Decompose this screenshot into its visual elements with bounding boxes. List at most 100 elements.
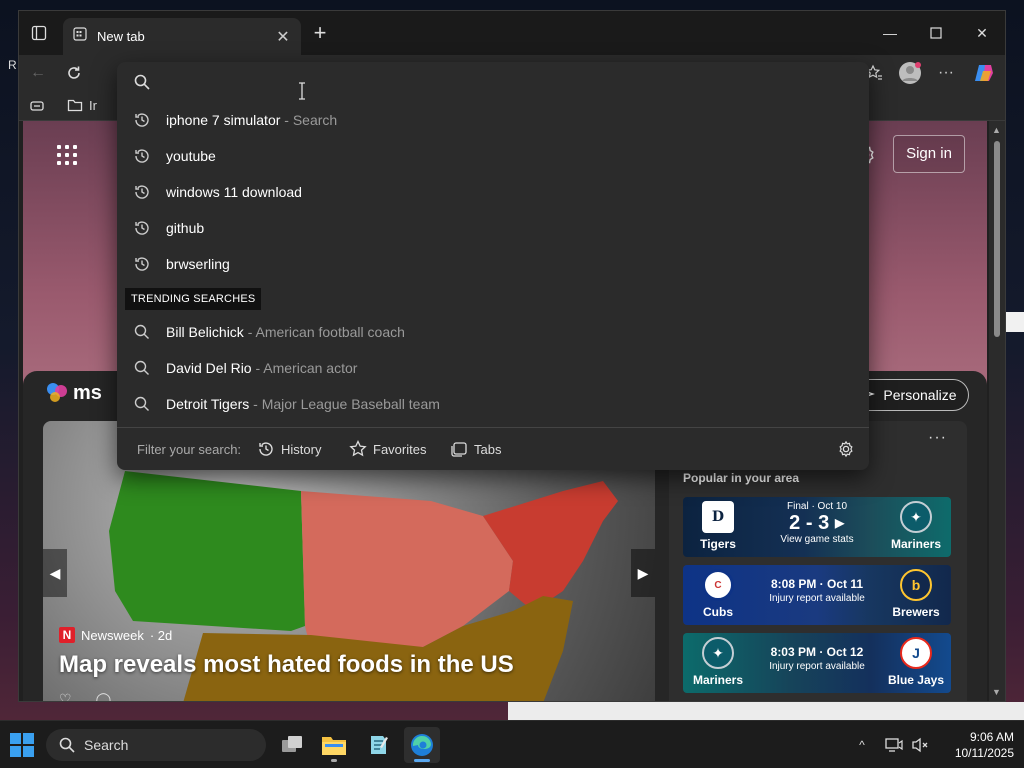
minimize-button[interactable]: — xyxy=(867,19,913,47)
suggestion-text: iphone 7 simulator xyxy=(166,112,281,128)
filter-favorites-button[interactable]: Favorites xyxy=(349,438,426,460)
profile-avatar[interactable] xyxy=(897,61,923,85)
background-window-edge xyxy=(1006,312,1024,332)
suggestion-text: github xyxy=(166,220,205,236)
scroll-up-icon[interactable]: ▲ xyxy=(992,125,1001,135)
address-bar-dropdown: iphone 7 simulator - Search youtube wind… xyxy=(117,62,869,470)
trending-suggestion[interactable]: David Del Rio - American actor xyxy=(117,350,869,386)
game-card[interactable]: ✦ Mariners 8:03 PM · Oct 12 Injury repor… xyxy=(683,633,951,693)
blue-jays-logo-icon: J xyxy=(900,637,932,669)
next-slide-button[interactable]: ▶ xyxy=(631,549,655,597)
msn-logo[interactable]: ms xyxy=(45,381,102,405)
sports-heading: Popular in your area xyxy=(683,471,800,485)
game-detail: View game stats xyxy=(780,534,854,545)
suggestion-subtext: - Search xyxy=(280,112,338,128)
taskbar-search-label: Search xyxy=(84,737,129,753)
refresh-icon[interactable] xyxy=(61,61,87,85)
team-name: Blue Jays xyxy=(887,673,945,687)
filter-tabs-label: Tabs xyxy=(474,441,502,457)
suggestion-subtext: - American football coach xyxy=(243,324,405,340)
network-icon[interactable] xyxy=(884,735,904,755)
page-scrollbar[interactable]: ▲ ▼ xyxy=(989,121,1005,701)
newsweek-logo-icon: N xyxy=(59,627,75,643)
notepad-icon xyxy=(371,736,388,754)
history-suggestion[interactable]: github xyxy=(117,210,869,246)
team-home: C Cubs xyxy=(683,569,753,619)
taskbar-search-box[interactable]: Search xyxy=(46,729,266,761)
apps-launcher-icon[interactable] xyxy=(57,145,77,165)
history-suggestion[interactable]: iphone 7 simulator - Search xyxy=(117,102,869,138)
folder-icon xyxy=(322,737,346,755)
comment-icon[interactable]: ◯ xyxy=(96,691,112,701)
article-headline[interactable]: Map reveals most hated foods in the US xyxy=(59,651,514,679)
new-tab-button[interactable]: + xyxy=(307,21,333,47)
close-window-button[interactable]: ✕ xyxy=(959,19,1005,47)
address-bar[interactable] xyxy=(117,62,869,102)
personalize-label: Personalize xyxy=(883,387,957,403)
address-input[interactable] xyxy=(161,70,841,94)
game-card[interactable]: C Cubs 8:08 PM · Oct 11 Injury report av… xyxy=(683,565,951,625)
volume-muted-icon[interactable] xyxy=(910,735,930,755)
game-score: 2 - 3 ▸ xyxy=(789,512,845,534)
msn-butterfly-icon xyxy=(47,383,67,402)
edge-icon xyxy=(411,734,433,756)
taskbar: Search ^ 9:06 AM 10/11/2025 xyxy=(0,720,1024,768)
scroll-down-icon[interactable]: ▼ xyxy=(992,687,1001,697)
suggestion-text: windows 11 download xyxy=(166,184,302,200)
search-icon xyxy=(134,396,149,411)
filter-label: Filter your search: xyxy=(137,442,242,457)
maximize-button[interactable] xyxy=(913,19,959,47)
copilot-icon[interactable] xyxy=(971,61,997,85)
suggestion-text: youtube xyxy=(166,148,216,164)
game-center: Final · Oct 10 2 - 3 ▸ View game stats xyxy=(753,501,881,545)
tab-new-tab[interactable]: New tab ✕ xyxy=(63,18,301,55)
start-button[interactable] xyxy=(10,733,34,757)
history-icon xyxy=(135,113,149,127)
file-explorer-button[interactable] xyxy=(316,727,352,763)
favorites-folder[interactable]: Ir xyxy=(67,97,97,113)
task-view-icon xyxy=(282,736,302,752)
show-hidden-icons-chevron-icon[interactable]: ^ xyxy=(852,735,872,755)
article-age: · 2d xyxy=(149,627,173,643)
close-tab-icon[interactable]: ✕ xyxy=(275,27,291,47)
team-name: Tigers xyxy=(700,537,736,551)
team-away: J Blue Jays xyxy=(881,637,951,687)
team-name: Mariners xyxy=(890,537,942,551)
filter-history-label: History xyxy=(281,441,322,457)
history-suggestion[interactable]: windows 11 download xyxy=(117,174,869,210)
edge-browser-button[interactable] xyxy=(404,727,440,763)
trending-suggestion[interactable]: Bill Belichick - American football coach xyxy=(117,314,869,350)
task-view-button[interactable] xyxy=(274,727,310,763)
filter-history-button[interactable]: History xyxy=(257,438,321,460)
brewers-logo-icon: b xyxy=(900,569,932,601)
game-card[interactable]: D Tigers Final · Oct 10 2 - 3 ▸ View gam… xyxy=(683,497,951,557)
filter-tabs-button[interactable]: Tabs xyxy=(450,438,501,460)
previous-slide-button[interactable]: ◀ xyxy=(43,549,67,597)
sign-in-button[interactable]: Sign in xyxy=(893,135,965,173)
game-time: 8:08 PM · Oct 11 xyxy=(770,577,864,591)
folder-icon xyxy=(67,99,83,112)
collections-icon[interactable] xyxy=(29,98,45,119)
tab-actions-icon[interactable] xyxy=(25,21,53,45)
history-suggestion[interactable]: brwserling xyxy=(117,246,869,282)
search-icon xyxy=(59,737,75,753)
notepad-app-button[interactable] xyxy=(360,727,396,763)
background-window-edge-bottom xyxy=(508,702,1024,720)
more-options-icon[interactable]: ··· xyxy=(928,429,947,447)
like-icon[interactable]: ♡ xyxy=(59,691,72,701)
back-icon[interactable]: ← xyxy=(25,61,51,85)
article-source: N Newsweek · 2d xyxy=(59,627,172,643)
search-icon xyxy=(133,73,151,96)
star-icon xyxy=(349,440,367,457)
clock-date: 10/11/2025 xyxy=(954,746,1014,760)
team-home: D Tigers xyxy=(683,501,753,551)
history-suggestion[interactable]: youtube xyxy=(117,138,869,174)
more-options-icon[interactable]: ··· xyxy=(933,61,959,85)
game-center: 8:08 PM · Oct 11 Injury report available xyxy=(753,569,881,604)
system-clock[interactable]: 9:06 AM 10/11/2025 xyxy=(938,729,1014,761)
browser-window: New tab ✕ + — ✕ ← ··· Ir Sign in ms Pers… xyxy=(18,10,1006,702)
scroll-thumb[interactable] xyxy=(994,141,1000,337)
trending-suggestion[interactable]: Detroit Tigers - Major League Baseball t… xyxy=(117,386,869,422)
search-settings-icon[interactable] xyxy=(837,438,855,460)
history-icon xyxy=(259,442,273,456)
